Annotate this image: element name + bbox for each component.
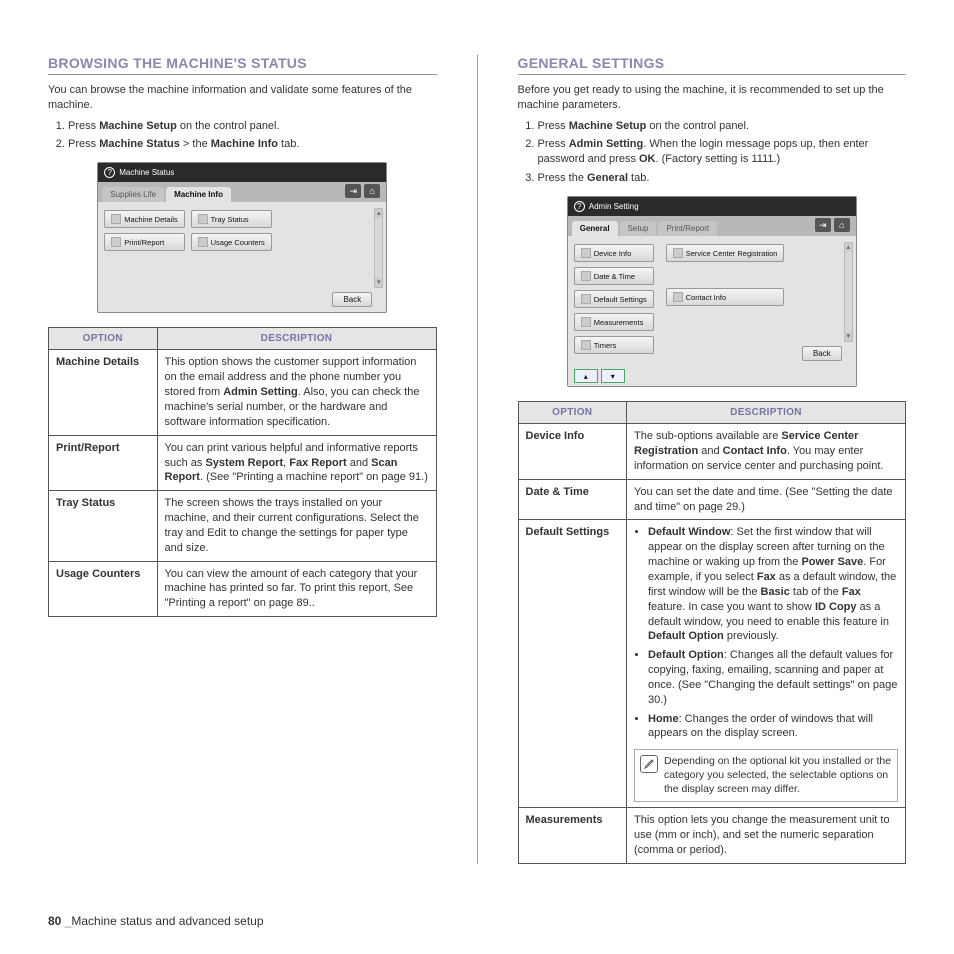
option-description: You can print various helpful and inform… — [157, 435, 436, 491]
scroll-up-icon: ▴ — [845, 243, 852, 252]
option-name: Device Info — [518, 424, 627, 480]
option-description: You can view the amount of each category… — [157, 561, 436, 617]
column-divider — [477, 55, 478, 864]
nav-arrows: ▴ ▾ — [568, 366, 856, 386]
back-button: Back — [332, 292, 372, 307]
option-name: Measurements — [518, 808, 627, 864]
ui-body: Device Info Date & Time Default Settings… — [568, 236, 856, 366]
table-row: Default SettingsDefault Window: Set the … — [518, 520, 906, 808]
option-description: The screen shows the trays installed on … — [157, 491, 436, 561]
tab-supplies-life: Supplies Life — [102, 187, 164, 202]
btn-print-report: Print/Report — [104, 233, 184, 251]
left-steps: Press Machine Setup on the control panel… — [48, 119, 437, 153]
option-description: You can set the date and time. (See "Set… — [627, 479, 906, 520]
option-description: This option shows the customer support i… — [157, 350, 436, 435]
table-row: Machine DetailsThis option shows the cus… — [49, 350, 437, 435]
nav-up-icon: ▴ — [574, 369, 598, 383]
login-icon: ⇥ — [345, 184, 361, 198]
btn-device-info: Device Info — [574, 244, 654, 262]
option-name: Default Settings — [518, 520, 627, 808]
page-number: 80 — [48, 914, 61, 928]
table-row: Device InfoThe sub-options available are… — [518, 424, 906, 480]
btn-machine-details: Machine Details — [104, 210, 184, 228]
th-option: OPTION — [518, 402, 627, 424]
btn-timers: Timers — [574, 336, 654, 354]
note-text: Depending on the optional kit you instal… — [664, 755, 892, 796]
machine-status-screenshot: ? Machine Status Supplies Life Machine I… — [97, 162, 387, 313]
option-description: This option lets you change the measurem… — [627, 808, 906, 864]
ui-tabs: General Setup Print/Report ⇥ ⌂ — [568, 216, 856, 236]
ui-tabs: Supplies Life Machine Info ⇥ ⌂ — [98, 182, 386, 202]
table-row: Usage CountersYou can view the amount of… — [49, 561, 437, 617]
scroll-down-icon: ▾ — [375, 278, 382, 287]
nav-down-icon: ▾ — [601, 369, 625, 383]
option-description: The sub-options available are Service Ce… — [627, 424, 906, 480]
login-icon: ⇥ — [815, 218, 831, 232]
option-name: Usage Counters — [49, 561, 158, 617]
right-steps: Press Machine Setup on the control panel… — [518, 119, 907, 187]
scroll-up-icon: ▴ — [375, 209, 382, 218]
table-row: Date & TimeYou can set the date and time… — [518, 479, 906, 520]
btn-contact-info: Contact Info — [666, 288, 785, 306]
page-body: BROWSING THE MACHINE'S STATUS You can br… — [48, 55, 906, 864]
list-item: Press Admin Setting. When the login mess… — [538, 137, 907, 168]
tab-machine-info: Machine Info — [166, 187, 231, 202]
help-icon: ? — [574, 201, 585, 212]
page-footer: 80 _Machine status and advanced setup — [48, 914, 264, 928]
scrollbar: ▴ ▾ — [374, 208, 383, 288]
home-icon: ⌂ — [364, 184, 380, 198]
scrollbar: ▴ ▾ — [844, 242, 853, 342]
ui-title: Machine Status — [119, 168, 174, 177]
right-column: GENERAL SETTINGS Before you get ready to… — [518, 55, 907, 864]
ui-titlebar: ? Machine Status — [98, 163, 386, 182]
th-description: DESCRIPTION — [627, 402, 906, 424]
th-description: DESCRIPTION — [157, 328, 436, 350]
left-column: BROWSING THE MACHINE'S STATUS You can br… — [48, 55, 437, 864]
btn-tray-status: Tray Status — [191, 210, 272, 228]
btn-date-time: Date & Time — [574, 267, 654, 285]
ui-body: Machine Details Print/Report Tray Status… — [98, 202, 386, 312]
list-item: Press the General tab. — [538, 171, 907, 186]
list-item: Press Machine Status > the Machine Info … — [68, 137, 437, 152]
btn-default-settings: Default Settings — [574, 290, 654, 308]
note-icon — [640, 755, 658, 773]
left-heading: BROWSING THE MACHINE'S STATUS — [48, 55, 437, 75]
th-option: OPTION — [49, 328, 158, 350]
btn-measurements: Measurements — [574, 313, 654, 331]
right-options-table: OPTION DESCRIPTION Device InfoThe sub-op… — [518, 401, 907, 863]
right-intro: Before you get ready to using the machin… — [518, 83, 907, 113]
note-box: Depending on the optional kit you instal… — [634, 749, 898, 802]
left-intro: You can browse the machine information a… — [48, 83, 437, 113]
footer-title: Machine status and advanced setup — [71, 914, 263, 928]
option-name: Machine Details — [49, 350, 158, 435]
tab-setup: Setup — [620, 221, 657, 236]
list-item: Press Machine Setup on the control panel… — [538, 119, 907, 134]
help-icon: ? — [104, 167, 115, 178]
tab-print-report: Print/Report — [658, 221, 717, 236]
back-button: Back — [802, 346, 842, 361]
ui-title: Admin Setting — [589, 202, 639, 211]
option-name: Tray Status — [49, 491, 158, 561]
table-row: MeasurementsThis option lets you change … — [518, 808, 906, 864]
left-options-table: OPTION DESCRIPTION Machine DetailsThis o… — [48, 327, 437, 617]
btn-service-center: Service Center Registration — [666, 244, 785, 262]
right-heading: GENERAL SETTINGS — [518, 55, 907, 75]
tab-general: General — [572, 221, 618, 236]
table-row: Tray StatusThe screen shows the trays in… — [49, 491, 437, 561]
option-name: Print/Report — [49, 435, 158, 491]
option-description: Default Window: Set the first window tha… — [627, 520, 906, 808]
btn-usage-counters: Usage Counters — [191, 233, 272, 251]
ui-titlebar: ? Admin Setting — [568, 197, 856, 216]
scroll-down-icon: ▾ — [845, 332, 852, 341]
admin-setting-screenshot: ? Admin Setting General Setup Print/Repo… — [567, 196, 857, 387]
table-row: Print/ReportYou can print various helpfu… — [49, 435, 437, 491]
list-item: Press Machine Setup on the control panel… — [68, 119, 437, 134]
option-name: Date & Time — [518, 479, 627, 520]
home-icon: ⌂ — [834, 218, 850, 232]
